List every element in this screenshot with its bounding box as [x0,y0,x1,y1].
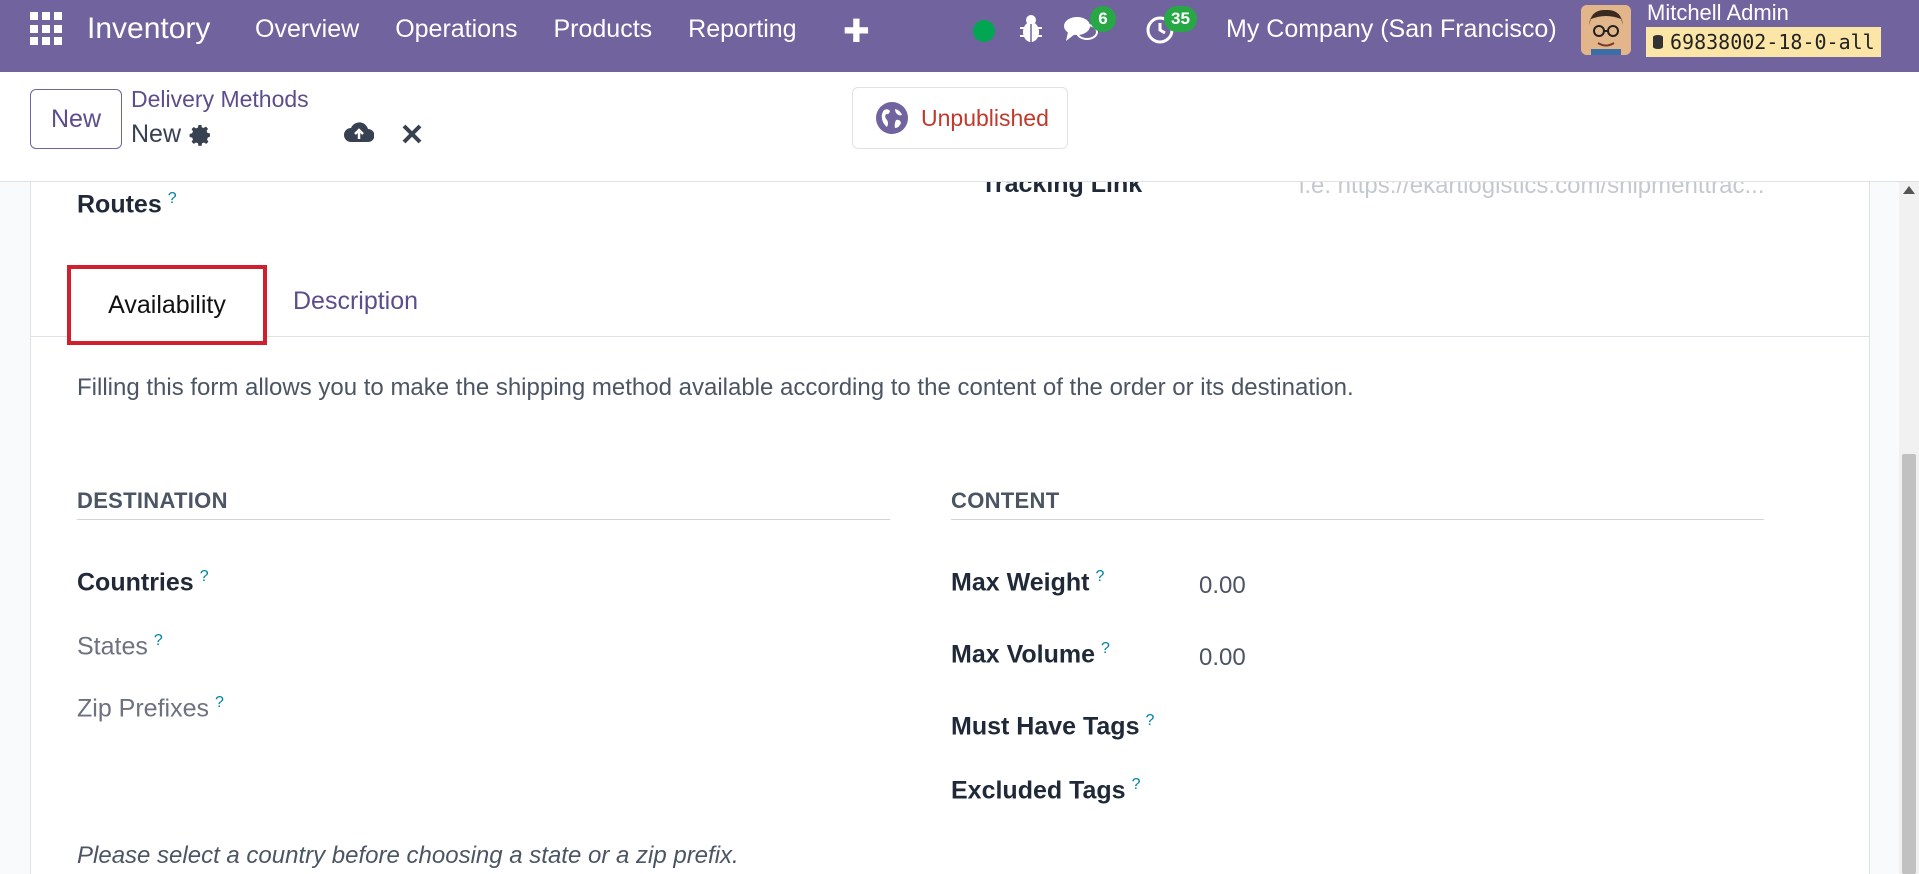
database-name: 69838002-18-0-all [1670,30,1875,54]
gear-icon[interactable] [189,123,213,147]
menu-products[interactable]: Products [553,15,652,44]
routes-label: Routes? [77,190,177,219]
database-chip: 69838002-18-0-all [1646,27,1881,57]
menu-overview[interactable]: Overview [255,15,359,44]
content-divider [951,519,1764,520]
help-icon[interactable]: ? [200,568,209,585]
help-icon[interactable]: ? [1145,712,1154,729]
menu-reporting[interactable]: Reporting [688,15,796,44]
help-icon[interactable]: ? [1101,640,1110,657]
company-switcher[interactable]: My Company (San Francisco) [1226,15,1557,44]
control-panel: New Delivery Methods New Unpublished [0,72,1919,182]
availability-help-text: Filling this form allows you to make the… [77,374,1354,401]
publish-status: Unpublished [921,104,1049,131]
country-hint: Please select a country before choosing … [77,842,739,869]
help-icon[interactable]: ? [215,694,224,711]
plus-icon[interactable]: ✚ [843,12,870,50]
breadcrumb[interactable]: Delivery Methods [131,86,309,113]
user-name[interactable]: Mitchell Admin [1647,0,1789,26]
save-cloud-icon[interactable] [344,120,374,148]
globe-icon [876,102,908,134]
max-weight-input[interactable]: 0.00 [1199,572,1246,600]
help-icon[interactable]: ? [168,190,177,207]
database-icon [1653,35,1663,49]
publish-toggle[interactable]: Unpublished [852,87,1068,149]
scroll-up-icon[interactable] [1903,186,1915,194]
scrollbar[interactable] [1899,182,1919,874]
status-indicator-icon [973,20,995,42]
tabs-divider [31,336,1869,337]
form-sheet: Tracking Link i.e. https://ekartlogistic… [30,182,1870,874]
record-title: New [131,120,213,149]
activities-count-badge: 35 [1164,6,1197,32]
discard-icon[interactable] [401,122,423,146]
destination-divider [77,519,890,520]
tracking-link-input[interactable]: i.e. https://ekartlogistics.com/shipment… [1299,182,1765,200]
destination-section-title: DESTINATION [77,488,228,513]
max-volume-input[interactable]: 0.00 [1199,644,1246,672]
max-volume-label: Max Volume? [951,640,1110,669]
main-menu: Overview Operations Products Reporting [255,15,797,44]
help-icon[interactable]: ? [154,632,163,649]
content-section-title: CONTENT [951,488,1060,513]
scroll-thumb[interactable] [1902,454,1916,874]
menu-operations[interactable]: Operations [395,15,517,44]
user-avatar[interactable] [1581,5,1631,55]
bug-icon[interactable] [1018,14,1044,44]
tab-availability[interactable]: Availability [67,265,267,345]
must-have-tags-field[interactable]: Must Have Tags? [951,712,1154,741]
new-button[interactable]: New [30,89,122,149]
app-title[interactable]: Inventory [87,12,210,46]
states-field[interactable]: States? [77,632,163,661]
record-name: New [131,120,182,148]
max-weight-label: Max Weight? [951,568,1105,597]
help-icon[interactable]: ? [1095,568,1104,585]
messages-count-badge: 6 [1090,6,1116,32]
countries-field[interactable]: Countries? [77,568,209,597]
excluded-tags-field[interactable]: Excluded Tags? [951,776,1141,805]
apps-menu-icon[interactable] [30,12,64,46]
top-navbar: Inventory Overview Operations Products R… [0,0,1919,72]
help-icon[interactable]: ? [1132,776,1141,793]
tracking-link-label: Tracking Link [981,182,1143,198]
tab-description[interactable]: Description [293,287,418,316]
zip-prefixes-field[interactable]: Zip Prefixes? [77,694,224,723]
